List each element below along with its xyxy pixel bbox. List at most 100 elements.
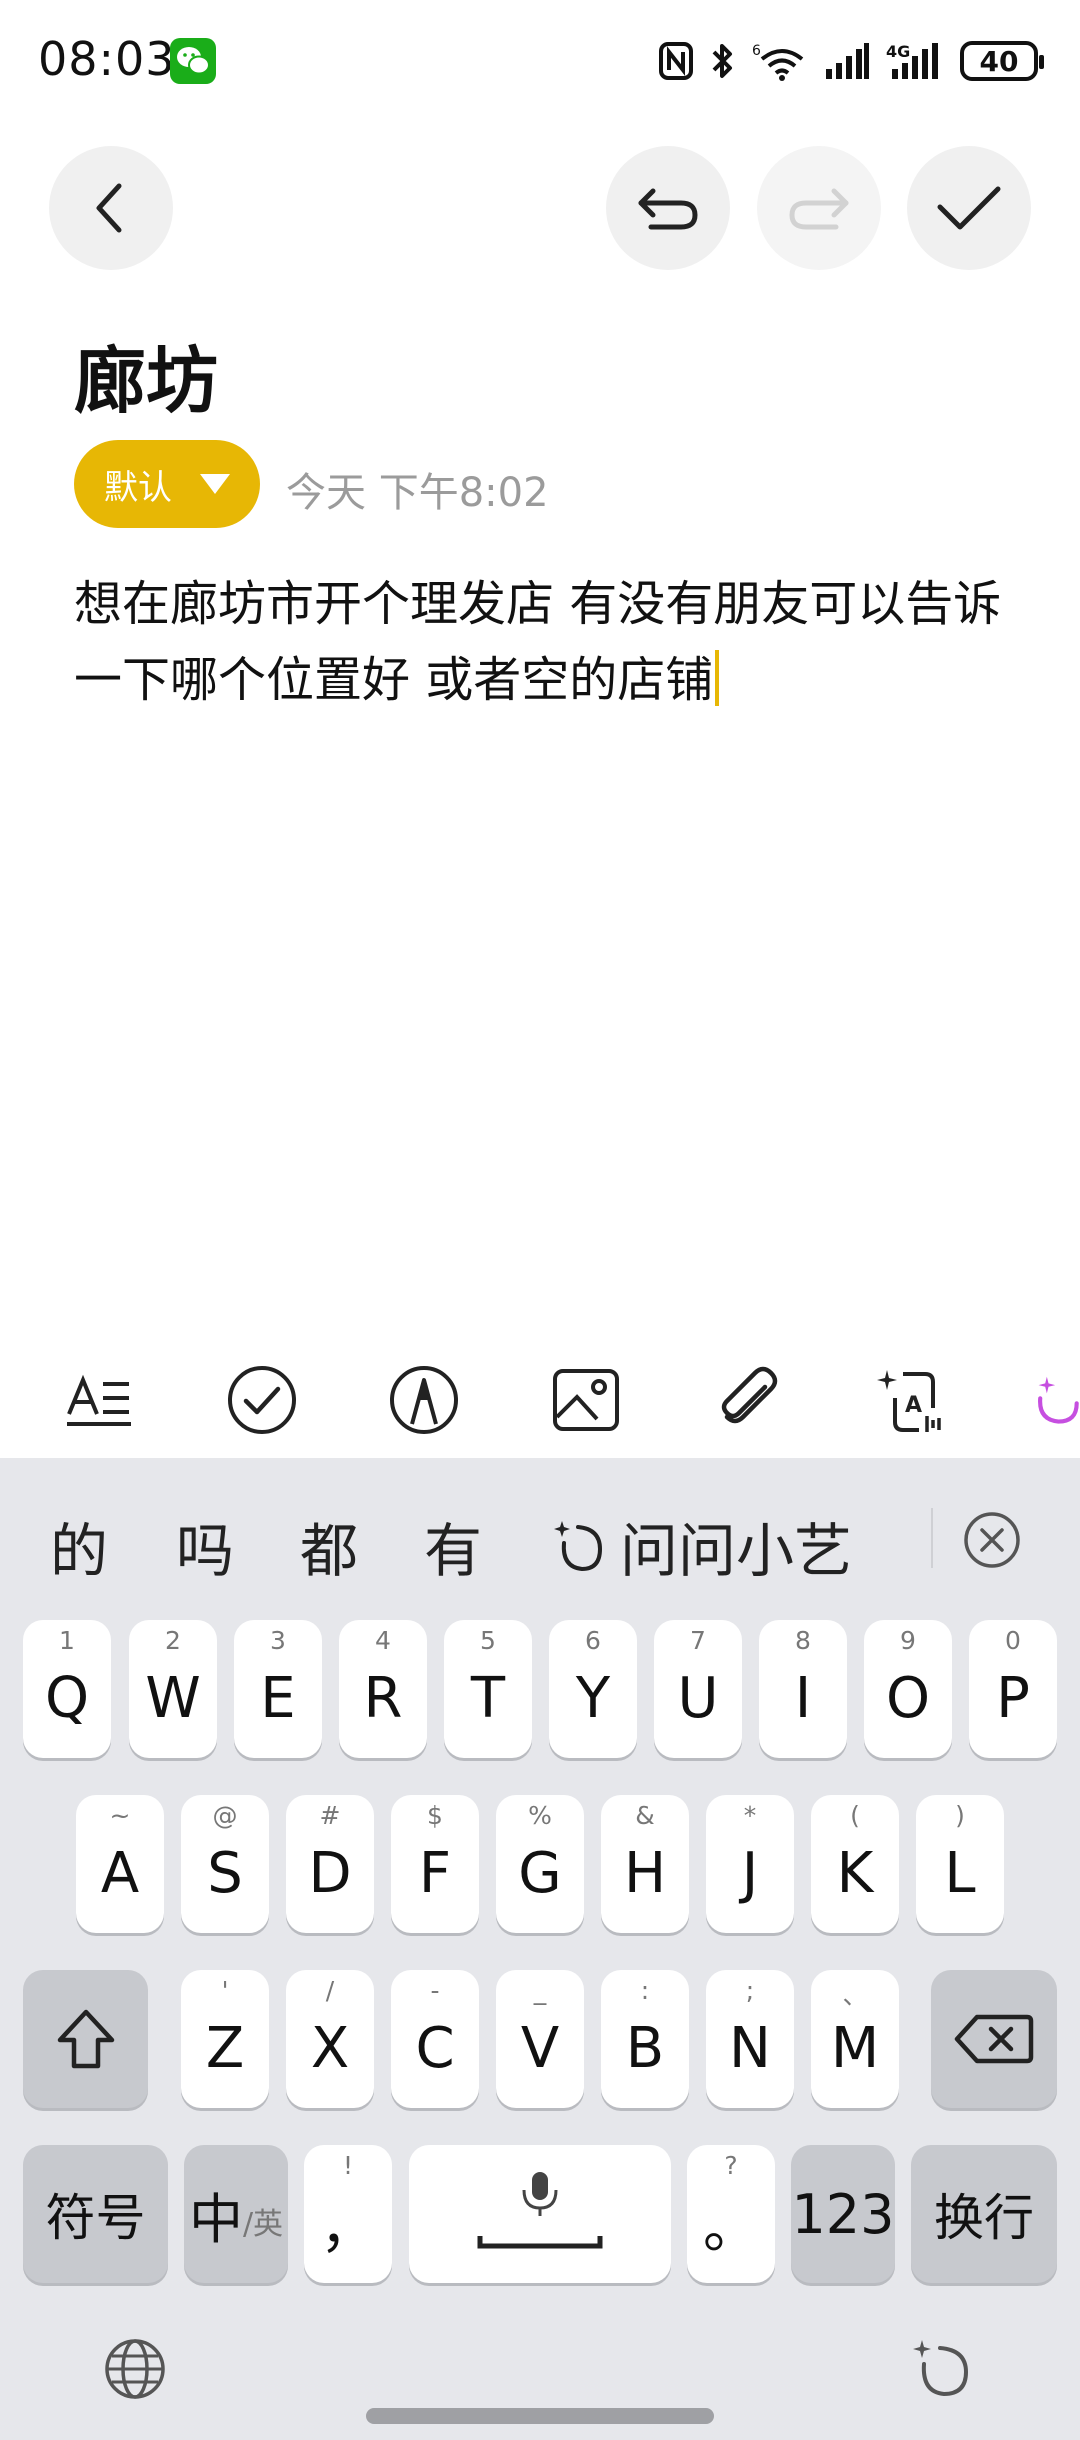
key-hint: $ bbox=[427, 1801, 443, 1830]
key-k[interactable]: (K bbox=[811, 1795, 899, 1933]
key-e[interactable]: 3E bbox=[234, 1620, 322, 1758]
backspace-key[interactable] bbox=[931, 1970, 1057, 2108]
key-hint: 4 bbox=[375, 1626, 391, 1655]
key-label: Y bbox=[575, 1665, 611, 1731]
close-candidates-button[interactable] bbox=[962, 1510, 1022, 1574]
ask-xiaoyi-label: 问问小艺 bbox=[620, 1517, 853, 1585]
key-label: O bbox=[885, 1665, 931, 1731]
key-hint: 2 bbox=[165, 1626, 181, 1655]
insert-image-button[interactable] bbox=[536, 1350, 636, 1450]
key-c[interactable]: -C bbox=[391, 1970, 479, 2108]
status-icons: 6 4G 40 bbox=[658, 36, 1044, 86]
key-f[interactable]: $ F bbox=[391, 1795, 479, 1933]
numbers-key[interactable]: 123 bbox=[791, 2145, 895, 2283]
back-button[interactable] bbox=[49, 146, 173, 270]
folder-dropdown[interactable]: 默认 bbox=[74, 440, 260, 528]
space-key[interactable] bbox=[409, 2145, 671, 2283]
key-hint: 6 bbox=[585, 1626, 601, 1655]
comma-key[interactable]: !， bbox=[304, 2145, 392, 2283]
candidate-word[interactable]: 吗 bbox=[176, 1504, 234, 1588]
key-hint: ; bbox=[745, 1976, 755, 2005]
key-hint: / bbox=[325, 1976, 335, 2005]
svg-text:6: 6 bbox=[752, 43, 761, 59]
key-label: B bbox=[625, 2015, 665, 2081]
backspace-icon bbox=[954, 2014, 1034, 2064]
key-label: A bbox=[100, 1840, 140, 1906]
key-hint: ) bbox=[955, 1801, 965, 1830]
handwriting-button[interactable] bbox=[374, 1350, 474, 1450]
key-n[interactable]: ; N bbox=[706, 1970, 794, 2108]
keyboard-ai-button[interactable] bbox=[906, 2336, 972, 2406]
key-u[interactable]: 7U bbox=[654, 1620, 742, 1758]
text-format-icon bbox=[67, 1374, 131, 1426]
note-body-editor[interactable]: 想在廊坊市开个理发店 有没有朋友可以告诉一下哪个位置好 或者空的店铺 bbox=[74, 566, 1014, 718]
scan-text-button[interactable]: A bbox=[860, 1350, 960, 1450]
image-icon bbox=[553, 1369, 619, 1431]
key-q[interactable]: 1Q bbox=[23, 1620, 111, 1758]
key-label: N bbox=[729, 2015, 771, 2081]
key-hint: & bbox=[635, 1801, 655, 1830]
redo-button[interactable] bbox=[757, 146, 881, 270]
text-style-button[interactable] bbox=[50, 1350, 150, 1450]
key-t[interactable]: 5T bbox=[444, 1620, 532, 1758]
checkmark-icon bbox=[937, 186, 1001, 230]
folder-label: 默认 bbox=[104, 467, 172, 508]
signal-4g-icon: 4G bbox=[886, 42, 938, 79]
globe-button[interactable] bbox=[102, 2336, 168, 2406]
key-s[interactable]: @ S bbox=[181, 1795, 269, 1933]
key-m[interactable]: 、 M bbox=[811, 1970, 899, 2108]
key-r[interactable]: 4R bbox=[339, 1620, 427, 1758]
battery-level: 40 bbox=[979, 44, 1019, 78]
key-label: J bbox=[741, 1840, 759, 1906]
key-hint: 1 bbox=[59, 1626, 75, 1655]
symbols-key[interactable]: 符号 bbox=[23, 2145, 168, 2283]
ask-xiaoyi-button[interactable]: 问问小艺 bbox=[548, 1504, 852, 1588]
battery-indicator: 40 bbox=[960, 41, 1044, 81]
key-g[interactable]: % G bbox=[496, 1795, 584, 1933]
key-a[interactable]: ~ A bbox=[76, 1795, 164, 1933]
shift-key[interactable] bbox=[23, 1970, 148, 2108]
key-label: F bbox=[418, 1840, 452, 1906]
enter-key[interactable]: 换行 bbox=[911, 2145, 1057, 2283]
language-switch-key[interactable]: 中/英 bbox=[184, 2145, 288, 2283]
key-i[interactable]: 8I bbox=[759, 1620, 847, 1758]
key-label: G bbox=[518, 1840, 562, 1906]
home-indicator[interactable] bbox=[366, 2408, 714, 2424]
key-hint: _ bbox=[533, 1976, 547, 2005]
key-x[interactable]: / X bbox=[286, 1970, 374, 2108]
attach-file-button[interactable] bbox=[698, 1350, 798, 1450]
key-hint: 5 bbox=[480, 1626, 496, 1655]
key-d[interactable]: # D bbox=[286, 1795, 374, 1933]
key-h[interactable]: & H bbox=[601, 1795, 689, 1933]
key-label: M bbox=[830, 2015, 880, 2081]
svg-text:A: A bbox=[905, 1393, 922, 1418]
key-j[interactable]: * J bbox=[706, 1795, 794, 1933]
key-w[interactable]: 2W bbox=[129, 1620, 217, 1758]
key-p[interactable]: 0P bbox=[969, 1620, 1057, 1758]
ai-assistant-icon bbox=[913, 2340, 969, 2397]
note-date: 今天 下午8:02 bbox=[286, 470, 549, 516]
wechat-notification-icon bbox=[170, 38, 216, 84]
note-title[interactable]: 廊坊 bbox=[74, 322, 218, 427]
period-key[interactable]: ?。 bbox=[687, 2145, 775, 2283]
ai-sparkle-icon bbox=[1038, 1376, 1079, 1424]
redo-icon bbox=[789, 188, 849, 230]
key-z[interactable]: ' Z bbox=[181, 1970, 269, 2108]
key-o[interactable]: 9O bbox=[864, 1620, 952, 1758]
checklist-button[interactable] bbox=[212, 1350, 312, 1450]
candidate-word[interactable]: 有 bbox=[424, 1504, 482, 1588]
ai-assistant-button[interactable] bbox=[1022, 1350, 1080, 1450]
key-label: T bbox=[470, 1665, 506, 1731]
done-button[interactable] bbox=[907, 146, 1031, 270]
key-label: E bbox=[260, 1665, 296, 1731]
undo-button[interactable] bbox=[606, 146, 730, 270]
candidate-word[interactable]: 都 bbox=[300, 1504, 358, 1588]
key-b[interactable]: :B bbox=[601, 1970, 689, 2108]
key-v[interactable]: _ V bbox=[496, 1970, 584, 2108]
candidate-word[interactable]: 的 bbox=[50, 1504, 108, 1588]
key-l[interactable]: ) L bbox=[916, 1795, 1004, 1933]
key-label: L bbox=[944, 1840, 976, 1906]
key-label: P bbox=[996, 1665, 1030, 1731]
key-y[interactable]: 6Y bbox=[549, 1620, 637, 1758]
dropdown-caret-icon bbox=[200, 474, 230, 494]
